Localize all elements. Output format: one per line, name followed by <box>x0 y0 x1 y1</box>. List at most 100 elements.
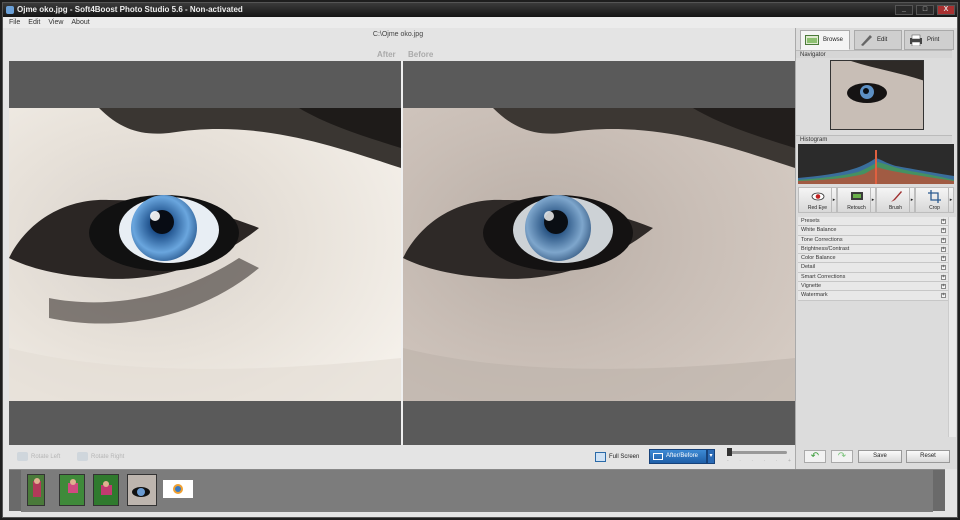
panel-scrollbar[interactable] <box>948 217 956 437</box>
adjustment-smart-corrections[interactable]: Smart Corrections + <box>798 272 948 283</box>
zoom-tick: · <box>763 458 766 464</box>
adjustment-label: Tone Corrections <box>801 236 843 243</box>
adjustment-color-balance[interactable]: Color Balance + <box>798 254 948 264</box>
adjustment-presets[interactable]: Presets + <box>798 217 948 227</box>
zoom-ticks: - · · · · + <box>727 458 791 464</box>
close-button[interactable]: X <box>937 5 955 15</box>
expand-icon[interactable]: + <box>941 293 946 299</box>
before-photo <box>403 108 795 401</box>
after-pane[interactable] <box>9 61 401 445</box>
brush-tool[interactable]: Brush ▸ <box>876 187 915 213</box>
adjustment-white-balance[interactable]: White Balance + <box>798 226 948 236</box>
viewer-toolbar: Rotate Left Rotate Right Full Screen Aft… <box>9 447 795 467</box>
reset-button[interactable]: Reset <box>906 450 950 463</box>
red-eye-label: Red Eye <box>807 205 828 211</box>
navigator-preview[interactable] <box>830 60 924 130</box>
expand-icon[interactable]: + <box>941 265 946 271</box>
expand-icon[interactable]: + <box>941 237 946 243</box>
adjustments-list: Presets + White Balance + Tone Corrections… <box>798 217 948 301</box>
crop-label: Crop <box>929 205 940 211</box>
histogram-header[interactable]: Histogram <box>796 135 952 143</box>
title-bar: Ojme oko.jpg - Soft4Boost Photo Studio 5… <box>3 3 957 17</box>
redo-button[interactable]: ↷ <box>831 450 853 463</box>
menu-about[interactable]: About <box>71 17 89 28</box>
app-window: Ojme oko.jpg - Soft4Boost Photo Studio 5… <box>2 2 958 518</box>
zoom-knob[interactable] <box>727 448 732 456</box>
zoom-tick: · <box>751 458 754 464</box>
full-screen-label: Full Screen <box>609 454 640 460</box>
adjustment-label: Presets <box>801 218 820 224</box>
tab-print[interactable]: Print <box>904 30 954 50</box>
filmstrip <box>9 469 945 512</box>
expand-icon[interactable]: + <box>941 219 946 224</box>
expand-icon[interactable]: + <box>941 228 946 234</box>
expand-icon[interactable]: + <box>941 246 946 252</box>
view-mode-dropdown[interactable]: ▾ <box>707 449 715 464</box>
view-mode-label: After/Before <box>666 453 699 459</box>
tab-browse-label: Browse <box>823 37 844 43</box>
edit-pencil-icon <box>861 35 872 46</box>
adjustment-label: Smart Corrections <box>801 273 846 280</box>
zoom-tick: - <box>727 458 729 464</box>
crop-dropdown[interactable]: ▸ <box>948 188 953 212</box>
zoom-track[interactable] <box>727 451 787 454</box>
tab-browse[interactable]: Browse <box>800 30 850 50</box>
red-eye-tool[interactable]: Red Eye ▸ <box>798 187 837 213</box>
expand-icon[interactable]: + <box>941 256 946 262</box>
thumbnail-girl-photo[interactable] <box>27 474 45 506</box>
red-eye-icon <box>811 192 825 201</box>
adjustment-vignette[interactable]: Vignette + <box>798 282 948 292</box>
zoom-tick: · <box>775 458 778 464</box>
retouch-tool[interactable]: Retouch ▸ <box>837 187 876 213</box>
menu-bar: File Edit View About <box>3 17 957 28</box>
brush-dropdown[interactable]: ▸ <box>909 188 914 212</box>
minimize-button[interactable]: _ <box>895 5 913 15</box>
red-eye-dropdown[interactable]: ▸ <box>831 188 836 212</box>
retouch-tools: Red Eye ▸ Retouch ▸ Brush ▸ Crop ▸ <box>798 187 954 213</box>
full-screen-icon <box>595 452 606 462</box>
full-screen-button[interactable]: Full Screen <box>595 450 639 464</box>
before-pane[interactable] <box>403 61 795 445</box>
rotate-right-button[interactable]: Rotate Right <box>77 450 124 464</box>
adjustment-label: White Balance <box>801 227 837 234</box>
expand-icon[interactable]: + <box>941 284 946 290</box>
retouch-label: Retouch <box>847 205 866 211</box>
printer-icon <box>910 34 922 46</box>
thumbnail-logo-image[interactable] <box>163 480 193 498</box>
browse-icon <box>805 35 819 45</box>
adjustment-watermark[interactable]: Watermark + <box>798 291 948 301</box>
view-labels: After Before <box>3 48 793 61</box>
file-path: C:\Ojme oko.jpg <box>372 31 424 38</box>
menu-view[interactable]: View <box>48 17 63 28</box>
adjustment-label: Color Balance <box>801 255 836 262</box>
adjustment-tone-corrections[interactable]: Tone Corrections + <box>798 235 948 245</box>
navigator-header[interactable]: Navigator <box>796 50 952 58</box>
before-label: Before <box>408 50 434 59</box>
app-icon <box>6 6 14 14</box>
window-title: Ojme oko.jpg - Soft4Boost Photo Studio 5… <box>17 5 243 14</box>
menu-file[interactable]: File <box>9 17 20 28</box>
zoom-tick: · <box>739 458 741 464</box>
crop-tool[interactable]: Crop ▸ <box>915 187 954 213</box>
thumbnail-girl-on-grass[interactable] <box>59 474 85 506</box>
redo-icon: ↷ <box>837 451 847 462</box>
zoom-slider[interactable]: - · · · · + <box>727 447 797 465</box>
histogram-chart <box>798 144 954 184</box>
thumbnail-girl-on-grass-2[interactable] <box>93 474 119 506</box>
rotate-left-button[interactable]: Rotate Left <box>17 450 60 464</box>
after-label: After <box>377 50 396 59</box>
undo-button[interactable]: ↶ <box>804 450 826 463</box>
thumbnail-husky-eye[interactable] <box>127 474 157 506</box>
view-mode-button[interactable]: After/Before <box>649 449 707 464</box>
expand-icon[interactable]: + <box>941 274 946 280</box>
save-button[interactable]: Save <box>858 450 902 463</box>
image-viewer[interactable] <box>9 61 795 445</box>
brush-icon <box>891 191 902 202</box>
adjustment-brightness-contrast[interactable]: Brightness/Contrast + <box>798 244 948 255</box>
maximize-button[interactable]: □ <box>916 5 934 15</box>
retouch-dropdown[interactable]: ▸ <box>870 188 875 212</box>
menu-edit[interactable]: Edit <box>28 17 40 28</box>
tab-edit[interactable]: Edit <box>854 30 902 50</box>
adjustment-detail[interactable]: Detail + <box>798 263 948 273</box>
brush-label: Brush <box>888 205 903 211</box>
